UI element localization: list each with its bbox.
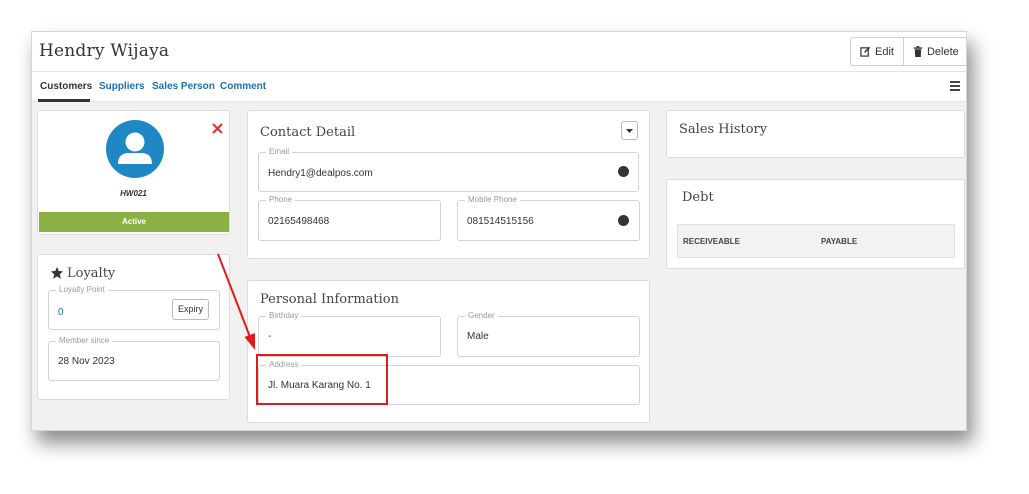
caret-down-icon [626, 129, 633, 133]
debt-table-header: RECEIVEABLE PAYABLE [677, 224, 955, 258]
trash-icon [913, 46, 923, 57]
personal-information-title: Personal Information [260, 292, 400, 307]
member-since-value: 28 Nov 2023 [58, 356, 115, 367]
phone-value: 02165498468 [268, 216, 330, 227]
gender-field[interactable]: Gender Male [457, 311, 640, 357]
address-highlight-box [256, 354, 388, 405]
birthday-field[interactable]: Birthday - [258, 311, 441, 357]
loyalty-point-value: 0 [58, 307, 64, 318]
debt-title: Debt [682, 190, 714, 205]
star-icon [50, 266, 64, 279]
mobile-phone-field[interactable]: Mobile Phone 081514515156 [457, 195, 640, 241]
close-icon[interactable] [212, 123, 223, 134]
email-value: Hendry1@dealpos.com [268, 168, 373, 179]
birthday-label: Birthday [266, 311, 302, 320]
gender-value: Male [467, 331, 489, 342]
active-tab-indicator [38, 99, 90, 102]
loyalty-point-label: Loyalty Point [56, 285, 108, 294]
contact-detail-card: Contact Detail Email Hendry1@dealpos.com… [247, 110, 650, 259]
mobile-phone-label: Mobile Phone [465, 195, 520, 204]
mobile-action-icon[interactable] [618, 215, 629, 226]
customer-detail-window: Hendry Wijaya Edit Delete Customers Supp… [31, 31, 967, 431]
hamburger-menu-icon[interactable] [950, 81, 960, 91]
edit-label: Edit [875, 45, 894, 58]
action-button-group: Edit Delete [850, 37, 966, 66]
profile-card: HW021 Active [37, 110, 230, 235]
expiry-button[interactable]: Expiry [172, 299, 209, 320]
contact-dropdown-button[interactable] [621, 121, 638, 140]
gender-label: Gender [465, 311, 498, 320]
tab-suppliers[interactable]: Suppliers [99, 81, 145, 92]
edit-button[interactable]: Edit [851, 38, 903, 65]
member-since-field: Member since 28 Nov 2023 [48, 336, 220, 381]
edit-icon [860, 46, 871, 57]
avatar [106, 120, 164, 178]
loyalty-point-field: Loyalty Point 0 Expiry [48, 285, 220, 330]
receivable-column-header: RECEIVEABLE [683, 237, 740, 246]
customer-code: HW021 [120, 189, 147, 198]
email-action-icon[interactable] [618, 166, 629, 177]
tab-customers[interactable]: Customers [40, 81, 92, 92]
page-title: Hendry Wijaya [39, 41, 170, 61]
tab-comment[interactable]: Comment [220, 81, 266, 92]
delete-label: Delete [926, 45, 959, 58]
tab-sales-person[interactable]: Sales Person [152, 81, 215, 92]
payable-column-header: PAYABLE [821, 237, 858, 246]
sales-history-card: Sales History [666, 110, 965, 158]
loyalty-card: Loyalty Loyalty Point 0 Expiry Member si… [37, 254, 230, 400]
loyalty-title: Loyalty [67, 266, 116, 281]
mobile-phone-value: 081514515156 [467, 216, 534, 227]
email-field[interactable]: Email Hendry1@dealpos.com [258, 147, 639, 192]
status-badge: Active [39, 212, 229, 232]
member-since-label: Member since [56, 336, 113, 345]
tab-bar: Customers Suppliers Sales Person Comment [32, 72, 966, 102]
email-label: Email [266, 147, 293, 156]
birthday-value: - [268, 331, 272, 342]
sales-history-title: Sales History [679, 122, 768, 137]
contact-detail-title: Contact Detail [260, 125, 356, 140]
header-bar: Hendry Wijaya Edit Delete [32, 32, 966, 72]
delete-button[interactable]: Delete [902, 38, 966, 65]
debt-card: Debt RECEIVEABLE PAYABLE [666, 179, 965, 269]
phone-field[interactable]: Phone 02165498468 [258, 195, 441, 241]
phone-label: Phone [266, 195, 296, 204]
